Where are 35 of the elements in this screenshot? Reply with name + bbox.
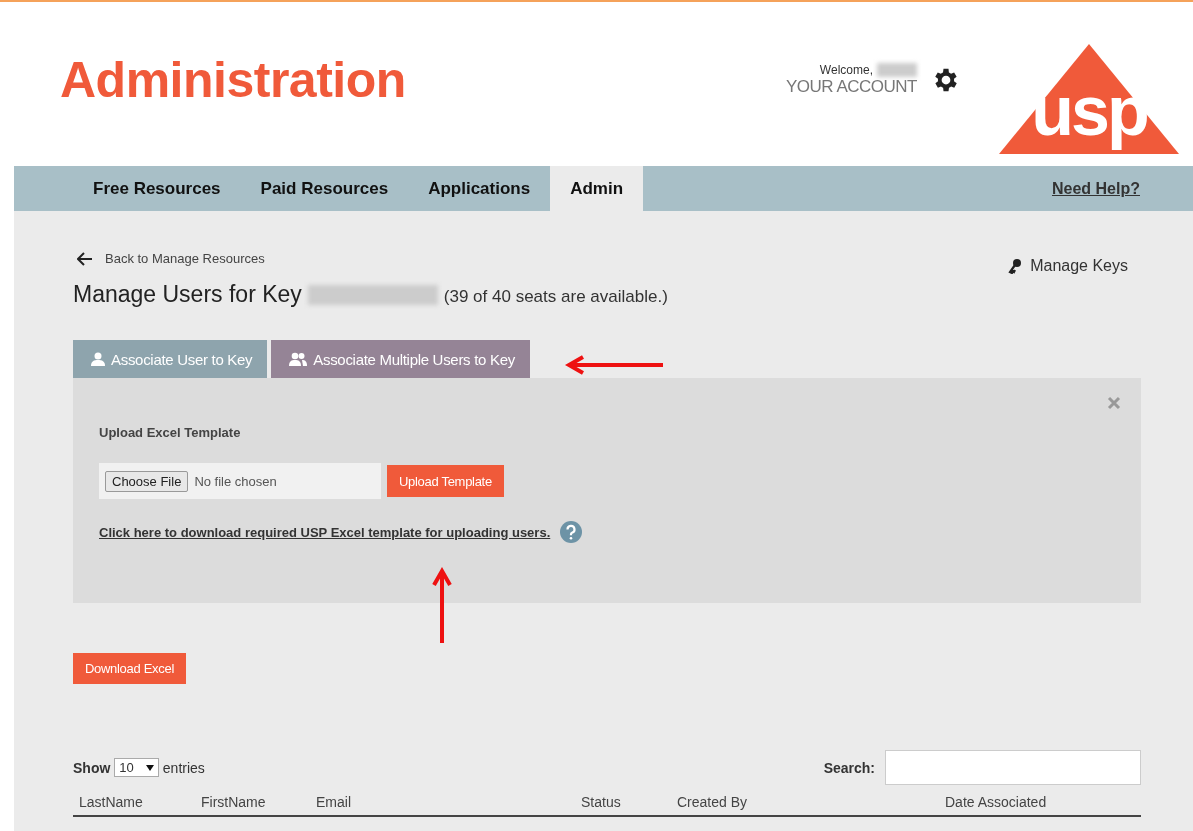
upload-label: Upload Excel Template <box>99 425 242 440</box>
seats-text: (39 of 40 seats are available.) <box>443 286 668 307</box>
welcome-text: Welcome, <box>819 63 873 77</box>
help-icon[interactable] <box>560 521 583 543</box>
nav-tab[interactable]: Free Resources <box>73 166 241 211</box>
page-title: Administration <box>60 51 407 110</box>
back-arrow-icon[interactable] <box>77 251 93 266</box>
page-size-select[interactable]: 10 <box>114 758 159 777</box>
column-header[interactable]: LastName <box>79 794 201 810</box>
column-header[interactable]: Email <box>316 794 581 810</box>
column-header[interactable]: Status <box>581 794 677 810</box>
column-header[interactable]: FirstName <box>201 794 316 810</box>
nav-tab[interactable]: Admin <box>550 166 644 211</box>
search-field[interactable] <box>885 750 1141 785</box>
column-header[interactable]: Created By <box>677 794 945 810</box>
nav-tab[interactable]: Paid Resources <box>240 166 409 211</box>
column-header[interactable]: Date Associated <box>945 794 1145 810</box>
key-icon <box>1008 258 1023 274</box>
file-input[interactable]: Choose File No file chosen <box>99 463 381 499</box>
page-heading: Manage Users for Key <box>73 281 302 308</box>
help-link[interactable]: Need Help? <box>1052 166 1140 211</box>
manage-keys-link[interactable]: Manage Keys <box>1030 257 1128 275</box>
nav-tab[interactable]: Applications <box>408 166 551 211</box>
logo: usp <box>999 44 1179 154</box>
account-link[interactable]: YOUR ACCOUNT <box>786 77 917 97</box>
close-icon[interactable] <box>1107 396 1121 410</box>
back-link[interactable]: Back to Manage Resources <box>105 251 265 266</box>
user-icon <box>91 352 105 366</box>
search-label: Search: <box>823 759 875 776</box>
entries-label: entries <box>162 759 205 776</box>
users-icon <box>289 352 308 366</box>
download-template-link[interactable]: Click here to download required USP Excel template for uploading users. <box>99 524 551 540</box>
show-label: Show <box>73 759 111 776</box>
dropdown-icon <box>145 764 154 771</box>
redacted-name <box>877 63 917 77</box>
